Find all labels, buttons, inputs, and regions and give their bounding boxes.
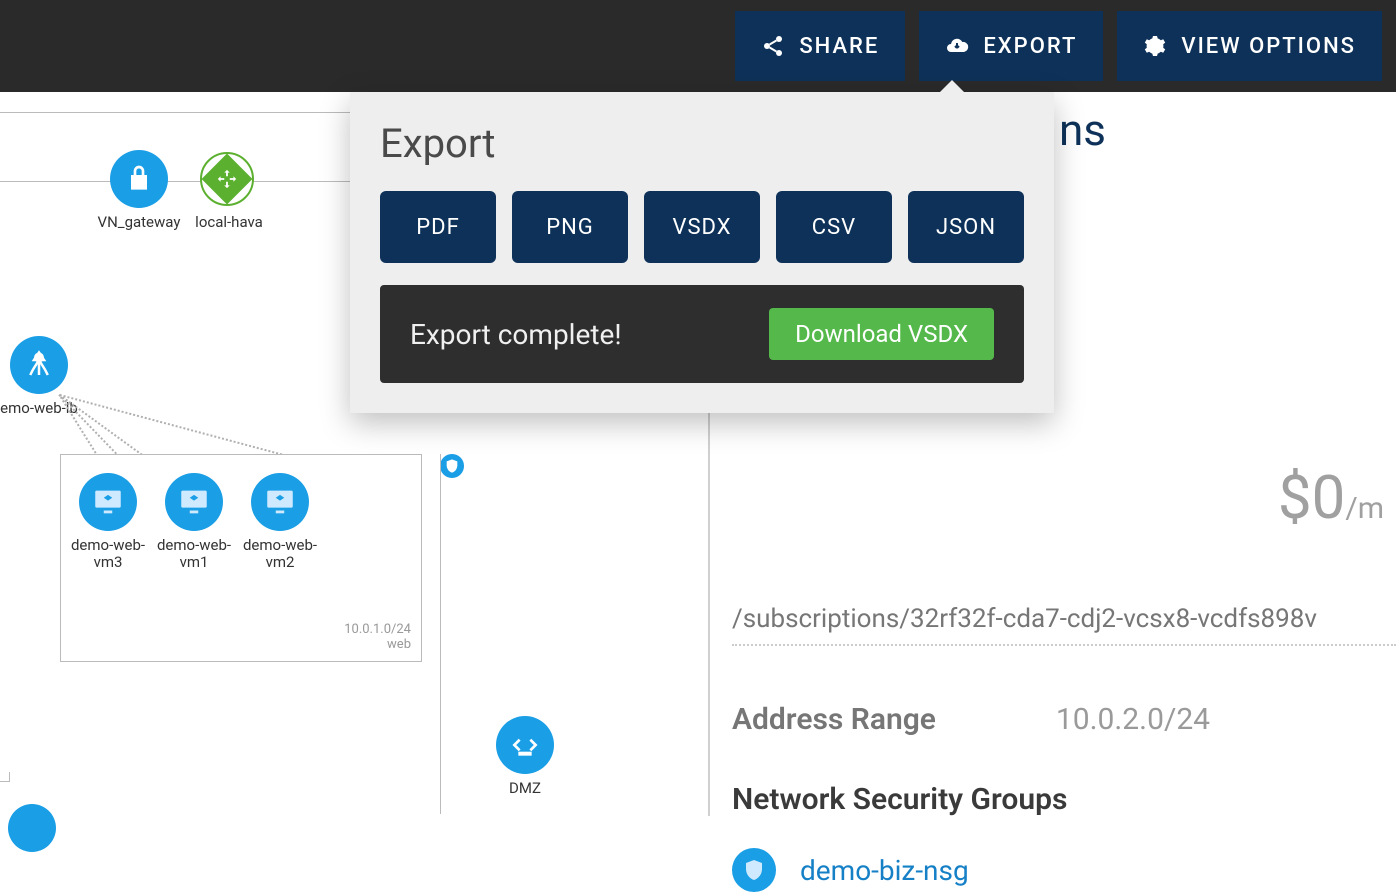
share-label: SHARE (799, 34, 879, 59)
lock-icon (123, 163, 155, 195)
download-button[interactable]: Download VSDX (769, 308, 994, 360)
vm-icon (263, 485, 297, 519)
export-pdf-button[interactable]: PDF (380, 191, 496, 263)
gear-icon (1143, 34, 1167, 58)
export-status-bar: Export complete! Download VSDX (380, 285, 1024, 383)
lb-node[interactable] (10, 336, 68, 394)
local-node[interactable] (200, 152, 254, 206)
subnet-cidr: 10.0.1.0/24 (344, 622, 411, 638)
cloud-download-icon (945, 34, 969, 58)
vm-label: demo-web-vm3 (63, 537, 153, 572)
gateway-label: VN_gateway (94, 214, 184, 231)
share-button[interactable]: SHARE (735, 11, 905, 81)
subscription-path: /subscriptions/32rf32f-cda7-cdj2-vcsx8-v… (732, 604, 1317, 634)
view-options-label: VIEW OPTIONS (1181, 34, 1356, 59)
address-range-row: Address Range 10.0.2.0/24 (732, 702, 1210, 737)
vm-icon (91, 485, 125, 519)
export-label: EXPORT (983, 34, 1077, 59)
gateway-node[interactable] (110, 150, 168, 208)
cost-unit: /m (1345, 491, 1384, 526)
cost-value: $0 (1278, 462, 1345, 533)
export-popover: Export PDF PNG VSDX CSV JSON Export comp… (350, 92, 1054, 413)
vm-icon (177, 485, 211, 519)
vm-node[interactable] (165, 473, 223, 531)
subnet-web[interactable]: demo-web-vm3 demo-web-vm1 demo-web-vm2 1… (60, 454, 422, 662)
arrows-icon (216, 168, 238, 190)
partial-node[interactable] (8, 804, 56, 852)
export-csv-button[interactable]: CSV (776, 191, 892, 263)
export-title: Export (380, 120, 1024, 167)
shield-icon (732, 848, 776, 892)
cost-display: $0/m (1278, 462, 1384, 533)
export-vsdx-button[interactable]: VSDX (644, 191, 760, 263)
divider (732, 644, 1396, 646)
nsg-section-title: Network Security Groups (732, 782, 1067, 817)
address-range-label: Address Range (732, 702, 936, 737)
export-button[interactable]: EXPORT (919, 11, 1103, 81)
vm-label: demo-web-vm1 (149, 537, 239, 572)
export-json-button[interactable]: JSON (908, 191, 1024, 263)
export-format-row: PDF PNG VSDX CSV JSON (380, 191, 1024, 263)
view-options-button[interactable]: VIEW OPTIONS (1117, 11, 1382, 81)
nsg-list-item[interactable]: demo-biz-nsg (732, 848, 969, 892)
share-icon (761, 34, 785, 58)
subnet-name: web (344, 637, 411, 653)
export-png-button[interactable]: PNG (512, 191, 628, 263)
toolbar: SHARE EXPORT VIEW OPTIONS (0, 0, 1396, 92)
local-label: local-hava (184, 214, 274, 231)
export-status-text: Export complete! (410, 318, 622, 351)
nsg-link[interactable]: demo-biz-nsg (800, 854, 969, 887)
vm-node[interactable] (251, 473, 309, 531)
loadbalancer-icon (24, 350, 54, 380)
vm-label: demo-web-vm2 (235, 537, 325, 572)
address-range-value: 10.0.2.0/24 (1056, 702, 1210, 737)
vm-node[interactable] (79, 473, 137, 531)
